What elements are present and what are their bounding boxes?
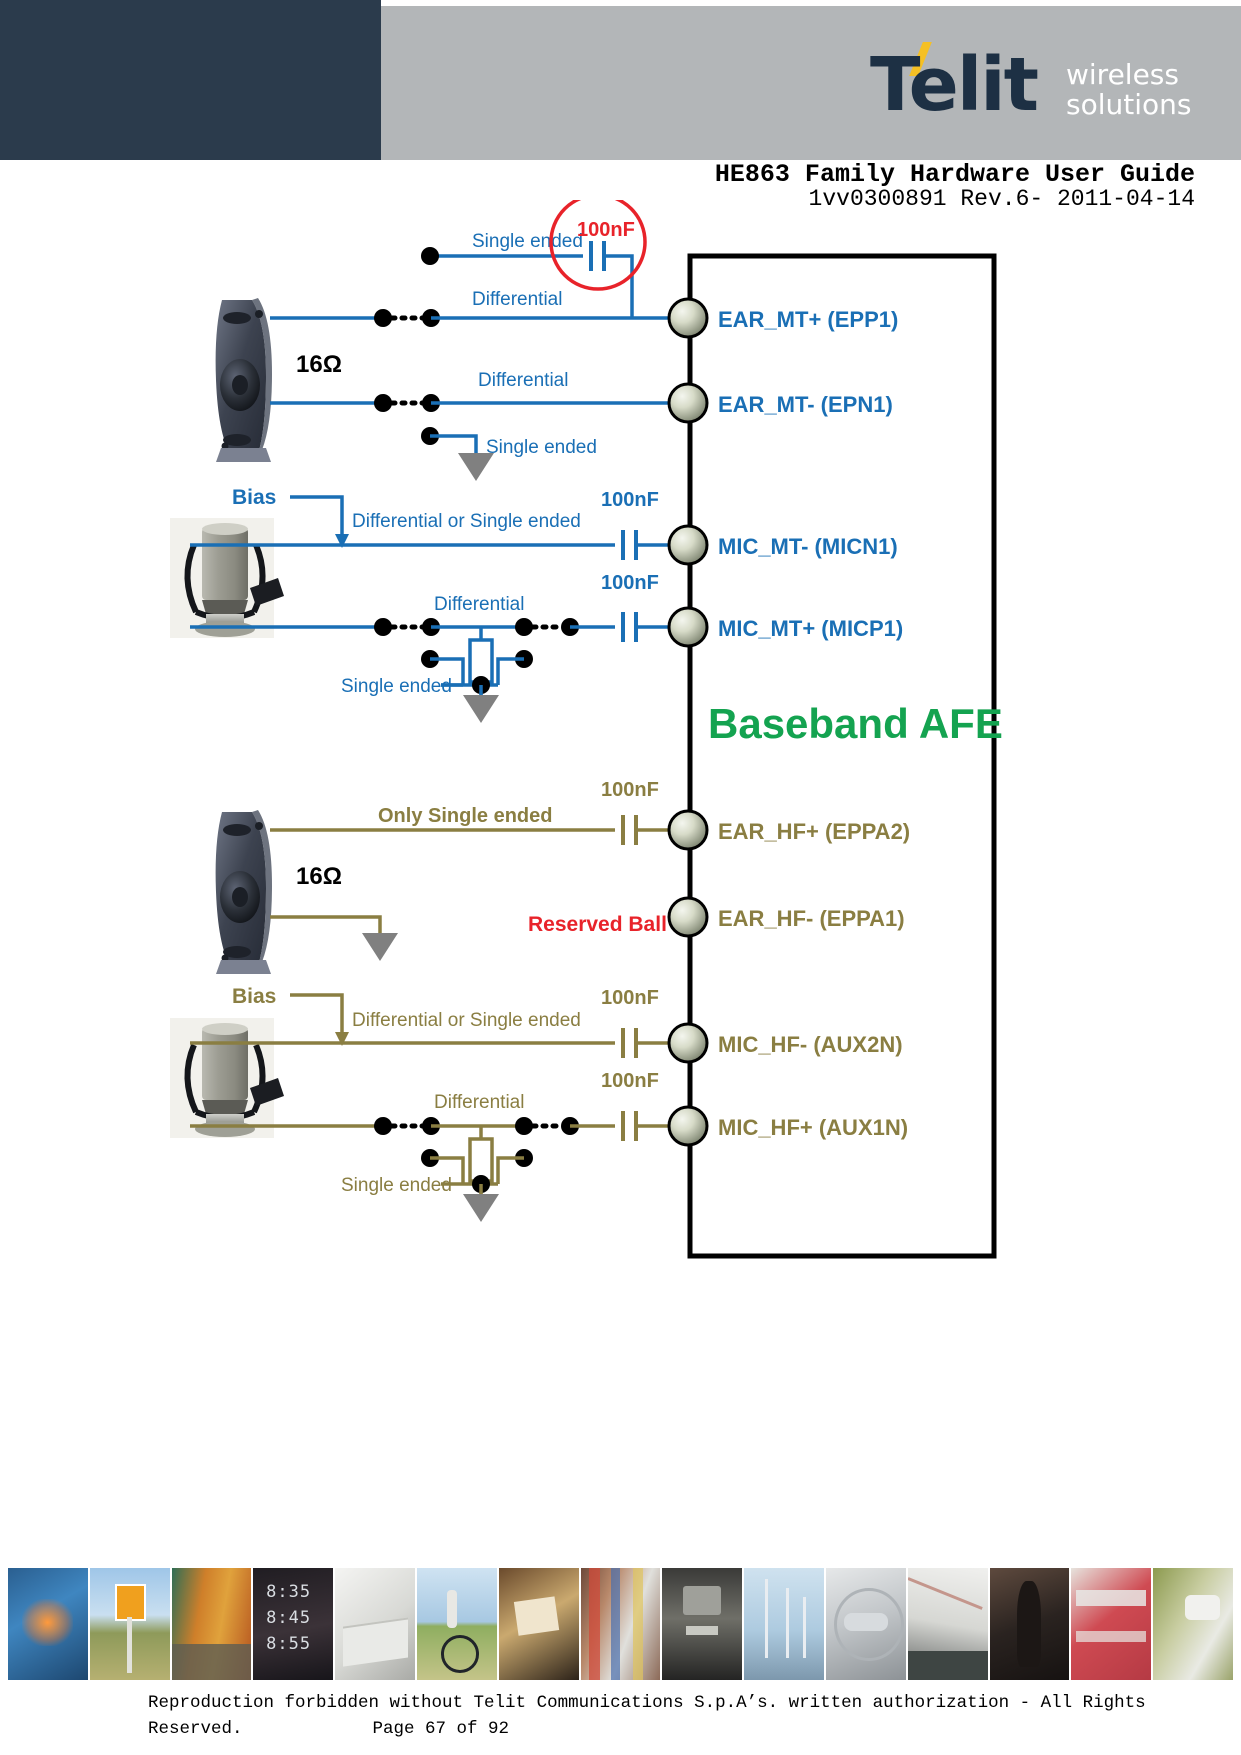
filmstrip-cell-6	[416, 1568, 497, 1680]
label-mic-mt-plus-cap: 100nF	[601, 572, 659, 594]
speaker-image-mt	[215, 298, 272, 462]
node-mic-hf-plus-1	[374, 1117, 392, 1135]
filmstrip-cell-10	[744, 1568, 824, 1680]
resistor-hf	[468, 1137, 494, 1183]
microphone-image-hf	[170, 1018, 284, 1138]
pin-ball-mic-mt-plus	[667, 606, 709, 648]
label-ear-hf-plus-cap: 100nF	[601, 779, 659, 801]
filmstrip-cell-2	[89, 1568, 170, 1680]
ground-triangle-mic-mt	[463, 695, 499, 723]
label-mic-mt-plus-single-ended: Single ended	[341, 676, 452, 697]
pin-ball-mic-mt-minus	[667, 524, 709, 566]
label-reserved-ball: Reserved Ball	[528, 913, 667, 936]
pin-label-mic-mt-minus: MIC_MT- (MICN1)	[718, 534, 898, 559]
pin-label-ear-mt-minus: EAR_MT- (EPN1)	[718, 392, 893, 417]
speaker-image-hf	[215, 810, 272, 974]
footer-reserved: Reserved.	[148, 1719, 243, 1739]
filmstrip-cell-15	[1153, 1568, 1233, 1680]
resistor-mt	[468, 638, 494, 684]
node-ear-mt-minus-diff-1	[374, 394, 392, 412]
filmstrip-cell-13	[989, 1568, 1070, 1680]
label-mic-mt-plus-differential: Differential	[434, 594, 524, 615]
speaker-impedance-mt: 16Ω	[296, 351, 342, 378]
logo-wordmark: Telit	[870, 42, 1039, 128]
node-mic-mt-plus-3	[515, 618, 533, 636]
filmstrip-cell-11	[825, 1568, 906, 1680]
audio-block-diagram: Baseband AFE 16Ω Single ended 100nF Diff…	[0, 200, 1241, 1350]
label-mic-hf-plus-differential: Differential	[434, 1092, 524, 1113]
node-mic-hf-plus-3	[515, 1117, 533, 1135]
microphone-image-mt	[170, 518, 284, 638]
logo-tagline: wireless solutions	[1066, 60, 1191, 120]
filmstrip-cell-12	[907, 1568, 988, 1680]
wire-bias-hf	[290, 993, 344, 1036]
label-mic-hf-plus-cap: 100nF	[601, 1070, 659, 1092]
label-ear-mt-minus-single-ended: Single ended	[486, 437, 597, 458]
label-mic-mt-minus-mode: Differential or Single ended	[352, 511, 581, 532]
ground-triangle-mic-hf	[463, 1194, 499, 1222]
pin-label-mic-hf-minus: MIC_HF- (AUX2N)	[718, 1032, 903, 1057]
label-ear-mt-minus-differential: Differential	[478, 370, 568, 391]
filmstrip-cell-7	[498, 1568, 579, 1680]
footer-line-1: Reproduction forbidden without Telit Com…	[148, 1693, 1146, 1713]
pin-label-ear-hf-minus: EAR_HF- (EPPA1)	[718, 906, 905, 931]
footer-line-2-wrap: Reserved. Page 67 of 92	[148, 1716, 1148, 1742]
wire-bias-mt	[290, 495, 344, 538]
header-dark-block	[0, 0, 381, 160]
pin-ball-mic-hf-minus	[667, 1022, 709, 1064]
node-ear-mt-plus-diff-1	[374, 309, 392, 327]
label-mic-hf-minus-mode: Differential or Single ended	[352, 1010, 581, 1031]
footer-page-number: Page 67 of 92	[372, 1719, 510, 1739]
footer-filmstrip: 8:35 8:45 8:55	[8, 1568, 1233, 1680]
pin-ball-ear-mt-plus	[667, 297, 709, 339]
label-bias-hf: Bias	[232, 985, 276, 1008]
logo-tagline-line1: wireless	[1066, 58, 1179, 91]
pin-label-ear-hf-plus: EAR_HF+ (EPPA2)	[718, 819, 910, 844]
pin-label-ear-mt-plus: EAR_MT+ (EPP1)	[718, 307, 898, 332]
filmstrip-cell-3	[171, 1568, 252, 1680]
footer-copyright: Reproduction forbidden without Telit Com…	[148, 1690, 1148, 1742]
pin-ball-ear-mt-minus	[667, 382, 709, 424]
node-ear-mt-plus-single	[421, 247, 439, 265]
label-ear-mt-plus-differential: Differential	[472, 289, 562, 310]
logo-tagline-line2: solutions	[1066, 88, 1192, 121]
label-highlight-cap-100nf: 100nF	[577, 219, 635, 241]
filmstrip-cell-4: 8:35 8:45 8:55	[253, 1568, 334, 1680]
filmstrip-cell-14	[1071, 1568, 1152, 1680]
speaker-impedance-hf: 16Ω	[296, 863, 342, 890]
label-ear-hf-only-single-ended: Only Single ended	[378, 805, 552, 827]
label-mic-hf-plus-single-ended: Single ended	[341, 1175, 452, 1196]
ground-triangle-ear-hf	[362, 933, 398, 961]
pin-label-mic-mt-plus: MIC_MT+ (MICP1)	[718, 616, 903, 641]
page-header: Telit wireless solutions	[0, 0, 1241, 160]
filmstrip-cell-1	[8, 1568, 88, 1680]
document-title: HE863 Family Hardware User Guide	[714, 160, 1195, 189]
filmstrip-cell-8	[580, 1568, 661, 1680]
label-ear-mt-plus-single-ended: Single ended	[472, 231, 583, 252]
pin-label-mic-hf-plus: MIC_HF+ (AUX1N)	[718, 1115, 908, 1140]
label-mic-hf-minus-cap: 100nF	[601, 987, 659, 1009]
pin-ball-ear-hf-minus	[667, 896, 709, 938]
pin-ball-mic-hf-plus	[667, 1105, 709, 1147]
baseband-afe-label: Baseband AFE	[708, 700, 1003, 747]
telit-logo: Telit wireless solutions	[870, 42, 1200, 143]
label-bias-mt: Bias	[232, 486, 276, 509]
node-mic-mt-plus-1	[374, 618, 392, 636]
label-mic-mt-minus-cap: 100nF	[601, 489, 659, 511]
filmstrip-cell-9	[662, 1568, 743, 1680]
pin-ball-ear-hf-plus	[667, 809, 709, 851]
filmstrip-cell-5	[335, 1568, 415, 1680]
